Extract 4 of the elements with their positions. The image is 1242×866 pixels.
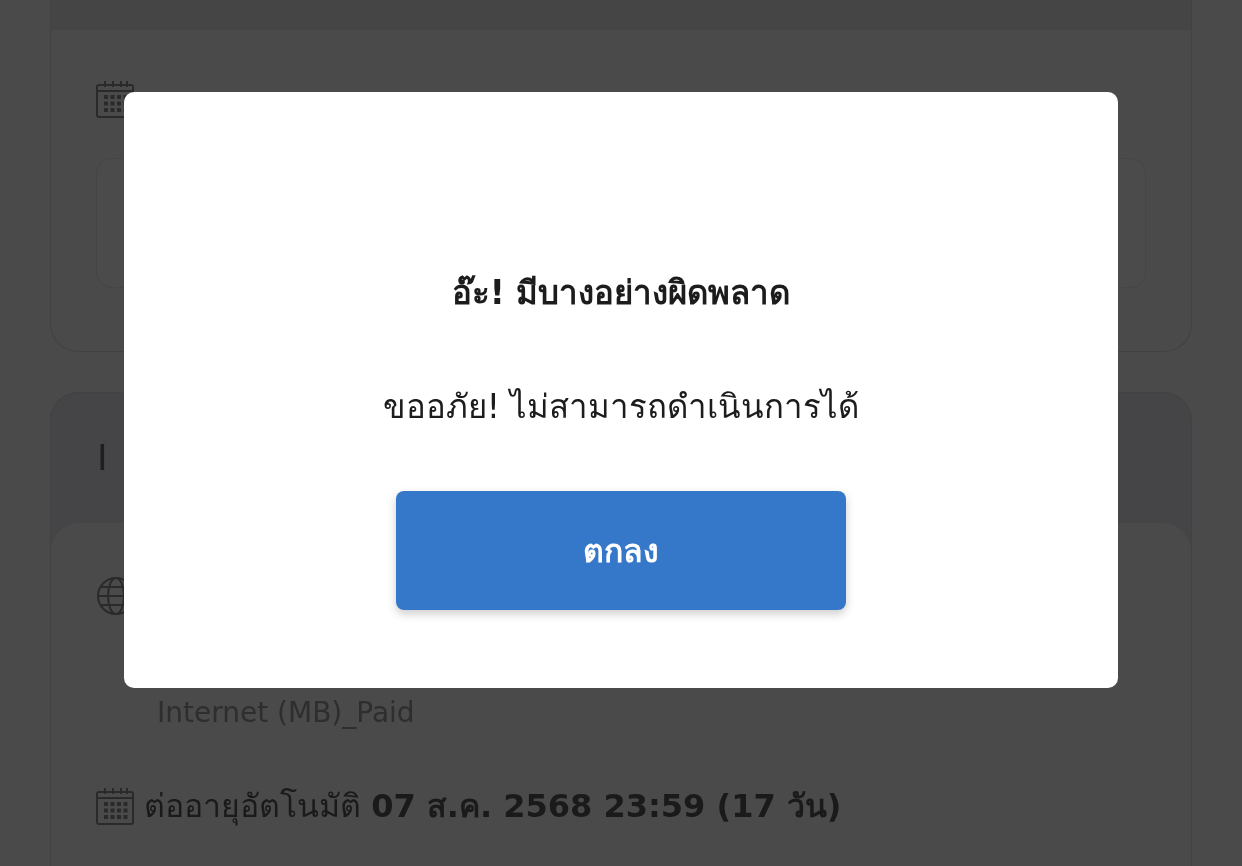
calendar-icon [96, 787, 134, 825]
dialog-title: อ๊ะ! มีบางอย่างผิดพลาด [451, 272, 791, 314]
dialog-message: ขออภัย! ไม่สามารถดำเนินการได้ [382, 385, 860, 428]
ok-button[interactable]: ตกลง [396, 491, 846, 610]
